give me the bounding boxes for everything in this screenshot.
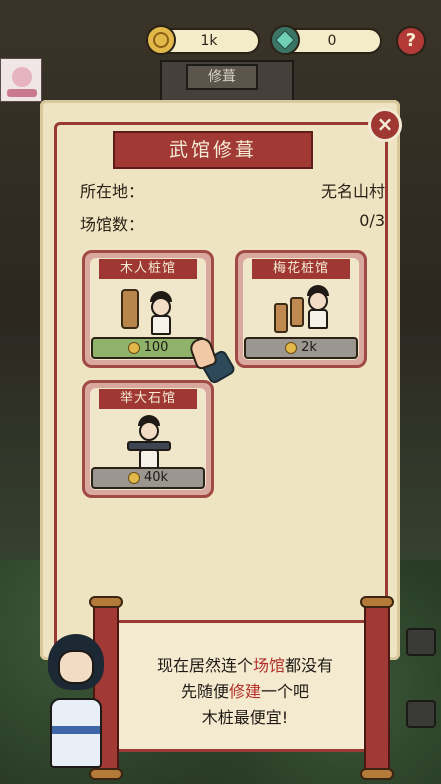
disciple-icon	[308, 291, 328, 311]
building-name: 木人桩馆	[99, 259, 197, 279]
background-sign: 修葺	[186, 64, 258, 90]
building-card-stone-lifting[interactable]: 举大石馆 40k	[82, 380, 214, 498]
price-value: 40k	[143, 470, 169, 485]
building-card-plum-posts[interactable]: 梅花桩馆 2k	[235, 250, 367, 368]
build-price-button[interactable]: 2k	[244, 337, 358, 359]
jade-icon	[270, 25, 300, 55]
count-label: 场馆数：	[80, 215, 145, 234]
dialog-highlight: 修建	[228, 682, 261, 701]
coin-icon	[127, 471, 140, 484]
location-label: 所在地：	[80, 182, 145, 201]
coin-icon	[146, 25, 176, 55]
help-button[interactable]: ?	[396, 26, 426, 56]
coin-icon	[127, 341, 140, 354]
location-value: 无名山村	[320, 182, 385, 201]
price-value: 2k	[301, 340, 317, 355]
side-map-icon[interactable]	[406, 700, 436, 728]
wooden-dummy-icon	[121, 289, 139, 329]
dialog-line-3: 木桩最便宜!	[201, 708, 289, 727]
building-name: 举大石馆	[99, 389, 197, 409]
disciple-icon	[139, 421, 159, 441]
panel-title: 武馆修葺	[113, 131, 313, 169]
build-price-button[interactable]: 40k	[91, 467, 205, 489]
dialog-line-2: 先随便修建一个吧	[180, 682, 310, 701]
dialog-line-1: 现在居然连个场馆都没有	[156, 656, 334, 675]
count-value: 0/3	[359, 211, 385, 230]
dialog-highlight: 场馆	[252, 656, 285, 675]
wooden-post-icon	[274, 303, 288, 333]
close-button[interactable]: ×	[368, 108, 402, 142]
building-name: 梅花桩馆	[252, 259, 350, 279]
player-avatar[interactable]	[0, 58, 42, 102]
price-value: 100	[143, 340, 169, 355]
build-price-button[interactable]: 100	[91, 337, 205, 359]
side-menu-icon[interactable]	[406, 628, 436, 656]
disciple-icon	[151, 297, 171, 317]
npc-master-portrait	[40, 628, 116, 778]
coin-icon	[285, 341, 298, 354]
